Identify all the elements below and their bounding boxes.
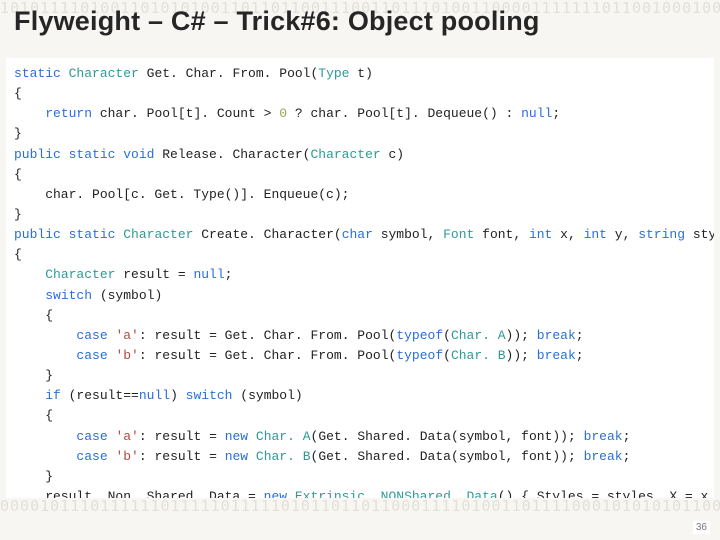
type-font: Font: [443, 227, 474, 242]
kw-typeof: typeof: [396, 328, 443, 343]
page-number: 36: [693, 521, 710, 534]
kw-new: new: [225, 449, 248, 464]
kw-break: break: [537, 328, 576, 343]
type-chara: Char. A: [451, 328, 506, 343]
kw-null: null: [193, 267, 224, 282]
kw-string: string: [638, 227, 685, 242]
kw-new: new: [225, 429, 248, 444]
kw-public-static-void: public static void: [14, 147, 154, 162]
kw-case: case: [76, 449, 107, 464]
kw-int: int: [529, 227, 552, 242]
type-character: Character: [69, 66, 139, 81]
bg-bits-bottom: 0000101110111111011111011111010110110110…: [0, 498, 720, 540]
kw-break: break: [584, 449, 623, 464]
str-a: 'a': [115, 328, 138, 343]
type-charb: Char. B: [256, 449, 311, 464]
kw-null: null: [521, 106, 552, 121]
str-b: 'b': [115, 449, 138, 464]
code-container: static Character Get. Char. From. Pool(T…: [6, 58, 714, 498]
kw-new: new: [264, 489, 287, 498]
kw-int: int: [584, 227, 607, 242]
kw-typeof: typeof: [396, 348, 443, 363]
slide: 1010111101001101010100110110110011100110…: [0, 0, 720, 540]
str-b: 'b': [115, 348, 138, 363]
kw-case: case: [76, 429, 107, 444]
type-extrinsic: Extrinsic. NONShared. Data: [295, 489, 498, 498]
type-chara: Char. A: [256, 429, 311, 444]
slide-title: Flyweight – C# – Trick#6: Object pooling: [14, 6, 706, 37]
kw-static: static: [14, 66, 61, 81]
type-character: Character: [45, 267, 115, 282]
kw-null: null: [139, 388, 170, 403]
kw-case: case: [76, 328, 107, 343]
code-block: static Character Get. Char. From. Pool(T…: [14, 64, 706, 498]
kw-if: if: [45, 388, 61, 403]
str-a: 'a': [115, 429, 138, 444]
kw-break: break: [584, 429, 623, 444]
type-type: Type: [318, 66, 349, 81]
kw-switch: switch: [186, 388, 233, 403]
type-charb: Char. B: [451, 348, 506, 363]
kw-switch: switch: [45, 288, 92, 303]
kw-char: char: [342, 227, 373, 242]
kw-break: break: [537, 348, 576, 363]
type-character: Character: [123, 227, 193, 242]
kw-return: return: [45, 106, 92, 121]
kw-public-static: public static: [14, 227, 115, 242]
num-zero: 0: [279, 106, 287, 121]
kw-case: case: [76, 348, 107, 363]
type-character: Character: [310, 147, 380, 162]
